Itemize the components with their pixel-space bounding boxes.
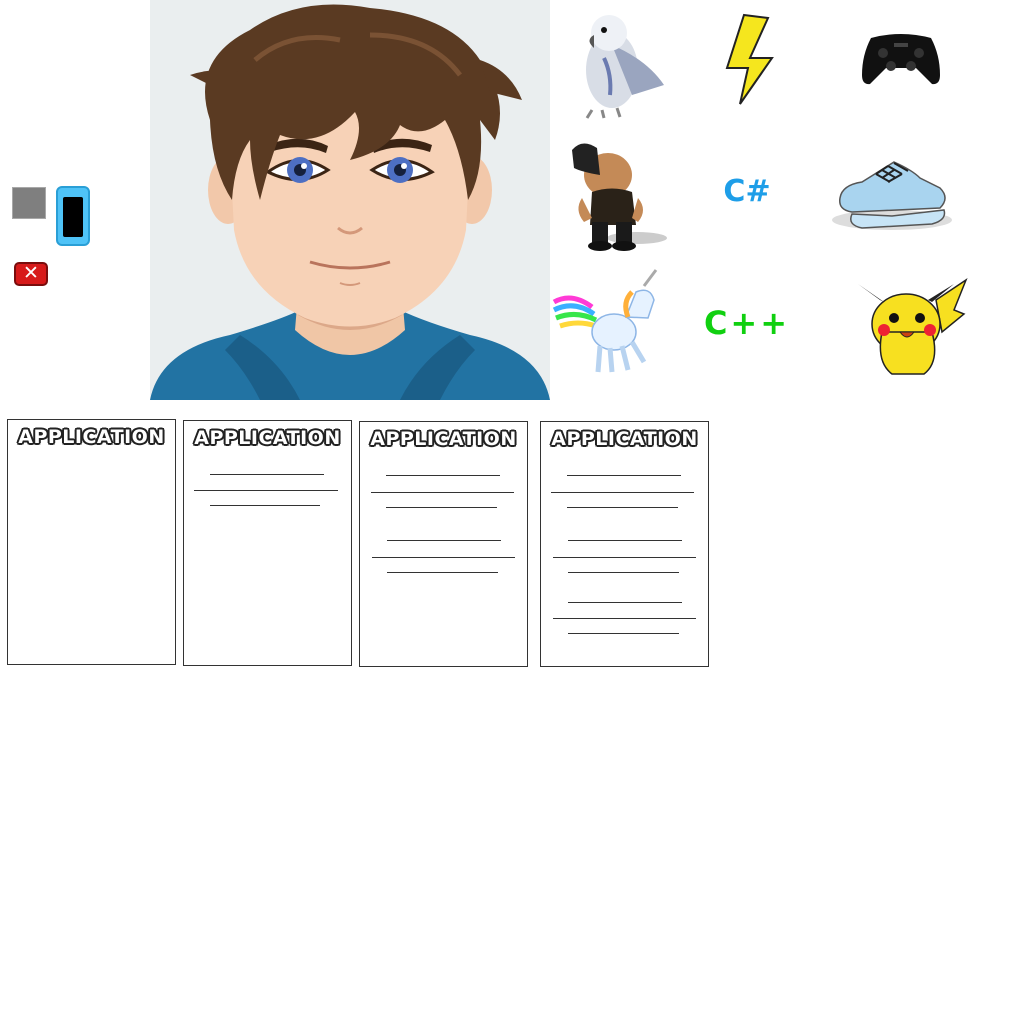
card-line xyxy=(568,572,679,573)
item-cplusplus[interactable]: C++ xyxy=(682,262,812,392)
card-line xyxy=(372,557,515,558)
csharp-icon: C# xyxy=(723,174,771,209)
item-game-controller[interactable] xyxy=(836,0,966,130)
card-line xyxy=(194,490,338,491)
phone-icon[interactable] xyxy=(56,186,90,246)
card-title: APPLICATION xyxy=(18,426,165,448)
application-card-4[interactable]: APPLICATION xyxy=(540,421,709,667)
card-line xyxy=(371,492,514,493)
character-icon xyxy=(572,143,667,251)
card-line xyxy=(386,507,497,508)
avatar-boy-icon xyxy=(150,4,550,400)
card-line xyxy=(568,602,682,603)
sneakers-icon xyxy=(832,161,952,230)
card-title: APPLICATION xyxy=(551,428,698,450)
application-card-3[interactable]: APPLICATION xyxy=(359,421,528,667)
card-line xyxy=(387,540,501,541)
card-line xyxy=(568,540,682,541)
unicorn-icon xyxy=(552,269,658,373)
card-line xyxy=(386,475,500,476)
item-parrot[interactable] xyxy=(552,0,682,130)
pikachu-icon xyxy=(858,278,968,375)
avatar-panel xyxy=(150,0,550,400)
item-bald-man[interactable] xyxy=(552,130,682,260)
card-line xyxy=(568,633,679,634)
close-icon: ✕ xyxy=(23,262,39,284)
item-sneakers[interactable] xyxy=(832,130,962,260)
card-title: APPLICATION xyxy=(194,427,341,449)
card-title: APPLICATION xyxy=(370,428,517,450)
parrot-icon xyxy=(585,15,664,119)
application-card-1[interactable]: APPLICATION xyxy=(7,419,176,665)
phone-screen xyxy=(63,197,83,237)
gray-swatch-button[interactable] xyxy=(12,187,46,219)
card-line xyxy=(553,618,696,619)
card-line xyxy=(553,557,696,558)
item-pikachu[interactable] xyxy=(846,262,976,392)
cpp-icon: C++ xyxy=(703,304,791,342)
item-unicorn[interactable] xyxy=(552,262,682,392)
card-line xyxy=(567,475,681,476)
card-line xyxy=(567,507,678,508)
card-line xyxy=(551,492,694,493)
card-line xyxy=(210,474,324,475)
card-line xyxy=(387,572,498,573)
item-csharp[interactable]: C# xyxy=(682,130,812,260)
card-line xyxy=(210,505,320,506)
application-card-2[interactable]: APPLICATION xyxy=(183,420,352,666)
item-lightning[interactable] xyxy=(682,0,812,130)
close-button[interactable]: ✕ xyxy=(14,262,48,286)
lightning-icon xyxy=(725,13,774,105)
gamepad-icon xyxy=(862,34,940,85)
